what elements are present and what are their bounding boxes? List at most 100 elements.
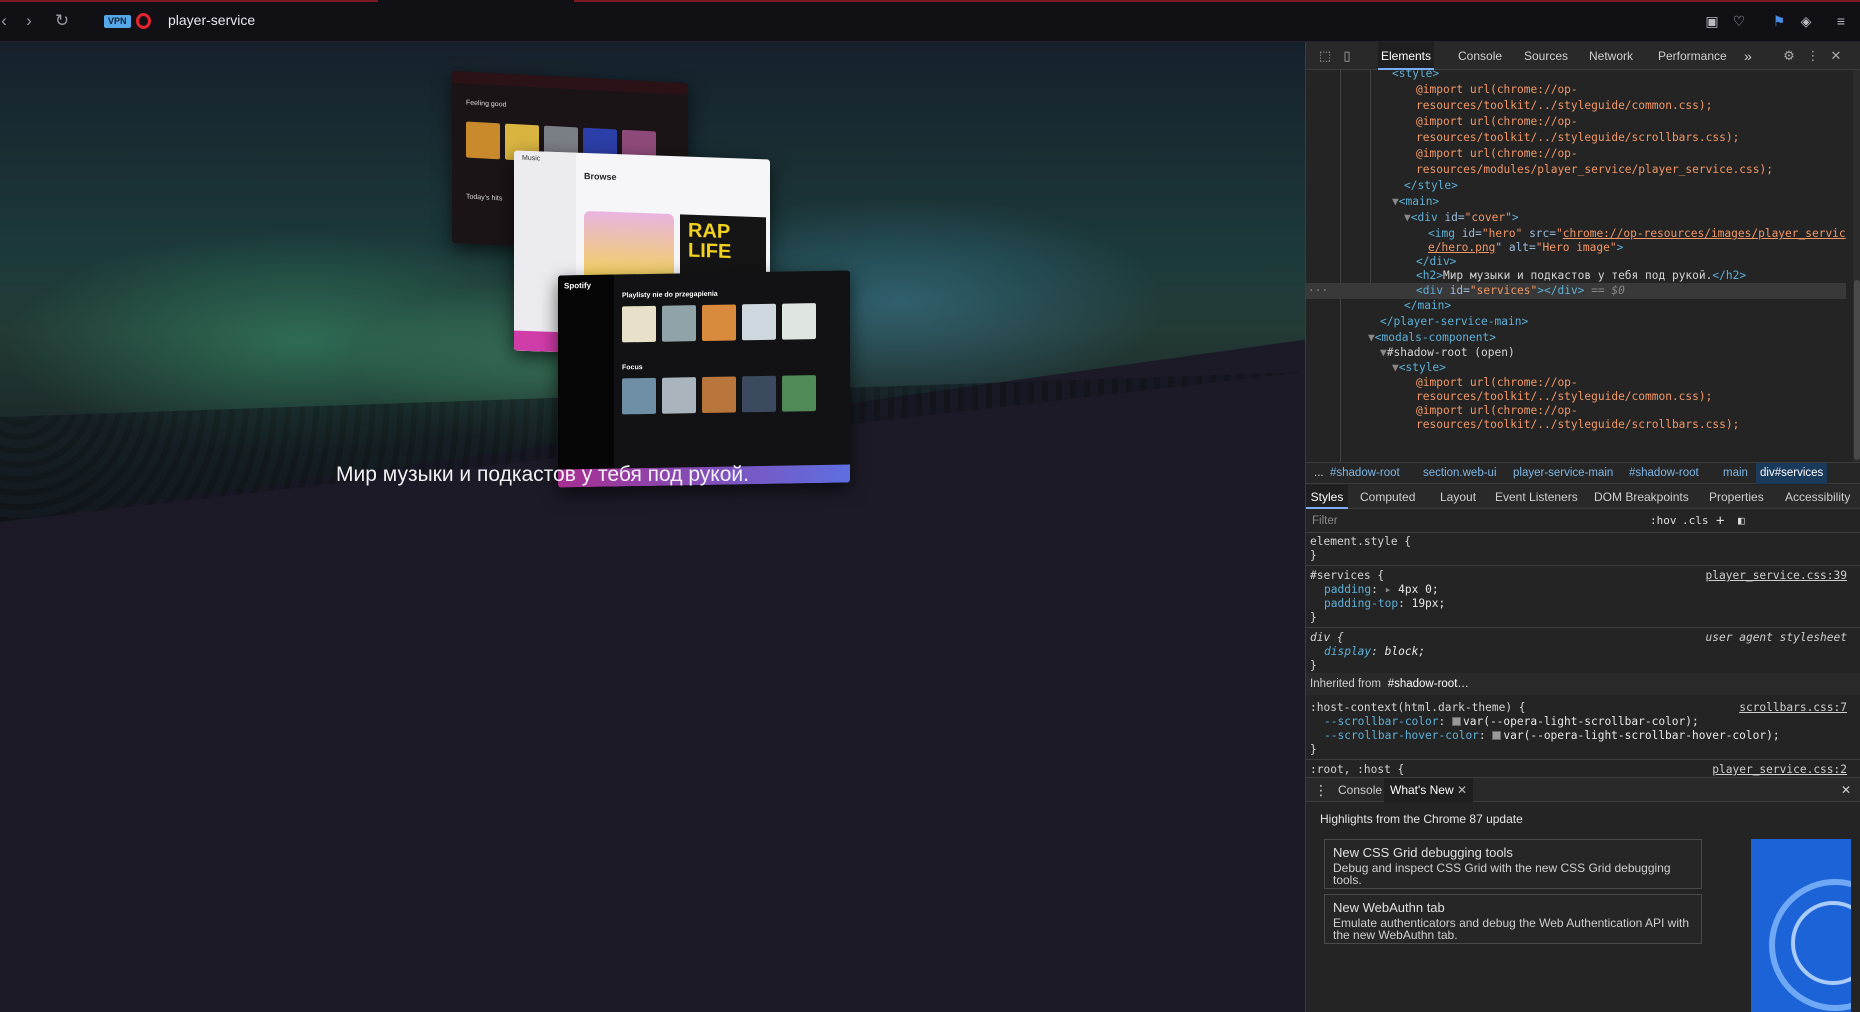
spotify-preview: Spotify Playlisty nie do przegapienia Fo… bbox=[558, 270, 850, 488]
vpn-badge[interactable]: VPN bbox=[104, 15, 131, 28]
expand-triangle-icon[interactable]: ▼ bbox=[1380, 346, 1387, 359]
card-title[interactable]: New WebAuthn tab bbox=[1333, 900, 1445, 915]
breadcrumb-item[interactable]: section.web-ui bbox=[1423, 463, 1497, 484]
dom-node[interactable]: <h2>Мир музыки и подкастов у тебя под ру… bbox=[1306, 268, 1846, 284]
close-icon[interactable]: ✕ bbox=[1827, 47, 1845, 65]
drawer-tab-whats-new[interactable]: What's New ✕ bbox=[1384, 778, 1474, 802]
tab-event-listeners[interactable]: Event Listeners bbox=[1495, 485, 1578, 509]
dom-text[interactable]: resources/toolkit/../styleguide/common.c… bbox=[1306, 98, 1846, 114]
heart-icon[interactable]: ♡ bbox=[1730, 12, 1748, 30]
dom-tree: <style> @import url(chrome://op- resourc… bbox=[1306, 70, 1860, 462]
add-rule-button[interactable]: + bbox=[1716, 513, 1724, 529]
css-declaration[interactable]: --scrollbar-hover-color: var(--opera-lig… bbox=[1306, 729, 1860, 743]
gear-icon[interactable]: ⚙ bbox=[1780, 47, 1798, 65]
breadcrumb-ellipsis[interactable]: ... bbox=[1314, 463, 1324, 484]
breadcrumb-item[interactable]: #shadow-root bbox=[1330, 463, 1400, 484]
drawer-tab-console[interactable]: Console bbox=[1338, 778, 1382, 802]
dom-text[interactable]: resources/modules/player_service/player_… bbox=[1306, 162, 1846, 178]
filter-input[interactable] bbox=[1312, 513, 1632, 529]
color-swatch[interactable] bbox=[1452, 717, 1461, 726]
device-toolbar-icon[interactable]: ▯ bbox=[1338, 47, 1356, 65]
drawer-menu-icon[interactable]: ⋮ bbox=[1314, 778, 1328, 802]
breadcrumb-current[interactable]: div#services bbox=[1756, 463, 1828, 484]
css-property: display bbox=[1324, 645, 1372, 658]
css-text: resources/toolkit/../styleguide/scrollba… bbox=[1416, 131, 1740, 144]
dom-node-selected[interactable]: ··· <div id="services"></div> == $0 bbox=[1306, 283, 1846, 299]
dom-text[interactable]: resources/toolkit/../styleguide/scrollba… bbox=[1306, 417, 1846, 433]
tab-styles[interactable]: Styles bbox=[1306, 485, 1348, 509]
rule-selector[interactable]: element.style { bbox=[1306, 535, 1860, 549]
rule-source-link[interactable]: player_service.css:39 bbox=[1706, 569, 1847, 583]
back-icon[interactable]: ‹ bbox=[0, 11, 14, 31]
rule-selector[interactable]: #services {player_service.css:39 bbox=[1306, 569, 1860, 583]
ellipsis-icon[interactable]: ··· bbox=[1308, 283, 1328, 299]
tab-sources[interactable]: Sources bbox=[1524, 42, 1568, 70]
rule-selector[interactable]: :root, :host {player_service.css:2 bbox=[1306, 763, 1860, 777]
dom-link[interactable]: chrome://op-resources/images/player_serv… bbox=[1563, 227, 1846, 240]
forward-icon[interactable]: › bbox=[19, 11, 39, 31]
breadcrumb-item[interactable]: player-service-main bbox=[1513, 463, 1613, 484]
inherited-node-link[interactable]: #shadow-root… bbox=[1388, 678, 1469, 690]
kebab-menu-icon[interactable]: ⋮ bbox=[1804, 47, 1822, 65]
dom-node[interactable]: </player-service-main> bbox=[1306, 314, 1846, 330]
inspect-element-icon[interactable]: ⬚ bbox=[1316, 47, 1334, 65]
dom-node[interactable]: ▼<modals-component> bbox=[1306, 330, 1846, 346]
color-swatch[interactable] bbox=[1492, 731, 1502, 740]
camera-icon[interactable]: ▣ bbox=[1703, 12, 1721, 30]
expand-triangle-icon[interactable]: ▼ bbox=[1368, 331, 1375, 344]
scrollbar-thumb[interactable] bbox=[1854, 280, 1860, 460]
dom-scrollbar[interactable] bbox=[1853, 70, 1860, 462]
rule-source-link[interactable]: scrollbars.css:7 bbox=[1739, 701, 1847, 715]
expand-triangle-icon[interactable]: ▼ bbox=[1404, 211, 1411, 224]
shadow-root-label: #shadow-root (open) bbox=[1386, 346, 1515, 359]
tab-layout[interactable]: Layout bbox=[1440, 485, 1476, 509]
tab-performance[interactable]: Performance bbox=[1658, 42, 1727, 70]
dom-link[interactable]: e/hero.png bbox=[1428, 241, 1495, 254]
dom-node[interactable]: <style> bbox=[1306, 70, 1846, 82]
rule-source-link[interactable]: player_service.css:2 bbox=[1712, 763, 1847, 777]
sidebar-toggle-icon[interactable]: ◧ bbox=[1738, 513, 1745, 529]
css-declaration[interactable]: --scrollbar-color: var(--opera-light-scr… bbox=[1306, 715, 1860, 729]
cls-button[interactable]: .cls bbox=[1682, 513, 1709, 529]
reload-icon[interactable]: ↻ bbox=[52, 11, 72, 31]
feature-card[interactable]: New WebAuthn tab Emulate authenticators … bbox=[1324, 894, 1702, 944]
expand-triangle-icon[interactable]: ▼ bbox=[1392, 361, 1399, 374]
card-title[interactable]: New CSS Grid debugging tools bbox=[1333, 845, 1513, 860]
css-declaration[interactable]: padding-top: 19px; bbox=[1306, 597, 1860, 611]
rule-close: } bbox=[1310, 611, 1317, 624]
address-bar[interactable]: player-service bbox=[168, 12, 255, 28]
tab-elements[interactable]: Elements bbox=[1378, 42, 1434, 70]
tab-dom-breakpoints[interactable]: DOM Breakpoints bbox=[1594, 485, 1689, 509]
flag-icon[interactable]: ⚑ bbox=[1770, 12, 1788, 30]
rule-selector[interactable]: div {user agent stylesheet bbox=[1306, 631, 1860, 645]
breadcrumb-item[interactable]: #shadow-root bbox=[1629, 463, 1699, 484]
dom-node[interactable]: </main> bbox=[1306, 298, 1846, 314]
dom-node[interactable]: ▼<main> bbox=[1306, 194, 1846, 210]
dom-node[interactable]: ▼#shadow-root (open) bbox=[1306, 345, 1846, 361]
expand-triangle-icon[interactable]: ▼ bbox=[1392, 195, 1399, 208]
dom-node[interactable]: ▼<style> bbox=[1306, 360, 1846, 376]
tab-network[interactable]: Network bbox=[1589, 42, 1633, 70]
dom-text[interactable]: @import url(chrome://op- bbox=[1306, 82, 1846, 98]
styles-pane: element.style { } #services {player_serv… bbox=[1306, 533, 1860, 777]
close-drawer-icon[interactable]: ✕ bbox=[1841, 778, 1851, 802]
dom-node[interactable]: ▼<div id="cover"> bbox=[1306, 210, 1846, 226]
tab-accessibility[interactable]: Accessibility bbox=[1785, 485, 1850, 509]
dom-text[interactable]: resources/toolkit/../styleguide/scrollba… bbox=[1306, 130, 1846, 146]
breadcrumb-item[interactable]: main bbox=[1723, 463, 1748, 484]
feature-card[interactable]: New CSS Grid debugging tools Debug and i… bbox=[1324, 839, 1702, 889]
tab-properties[interactable]: Properties bbox=[1709, 485, 1764, 509]
menu-icon[interactable]: ≡ bbox=[1832, 12, 1850, 30]
dom-text[interactable]: @import url(chrome://op- bbox=[1306, 114, 1846, 130]
tab-console[interactable]: Console bbox=[1458, 42, 1502, 70]
cube-icon[interactable]: ◈ bbox=[1797, 12, 1815, 30]
rule-selector[interactable]: :host-context(html.dark-theme) {scrollba… bbox=[1306, 701, 1860, 715]
close-tab-icon[interactable]: ✕ bbox=[1457, 783, 1467, 797]
expand-triangle-icon[interactable]: ▸ bbox=[1385, 583, 1392, 596]
hov-button[interactable]: :hov bbox=[1650, 513, 1677, 529]
css-declaration[interactable]: padding: ▸ 4px 0; bbox=[1306, 583, 1860, 597]
tab-computed[interactable]: Computed bbox=[1360, 485, 1415, 509]
dom-text[interactable]: @import url(chrome://op- bbox=[1306, 146, 1846, 162]
more-tabs-button[interactable]: » bbox=[1744, 42, 1752, 70]
dom-node[interactable]: </style> bbox=[1306, 178, 1846, 194]
